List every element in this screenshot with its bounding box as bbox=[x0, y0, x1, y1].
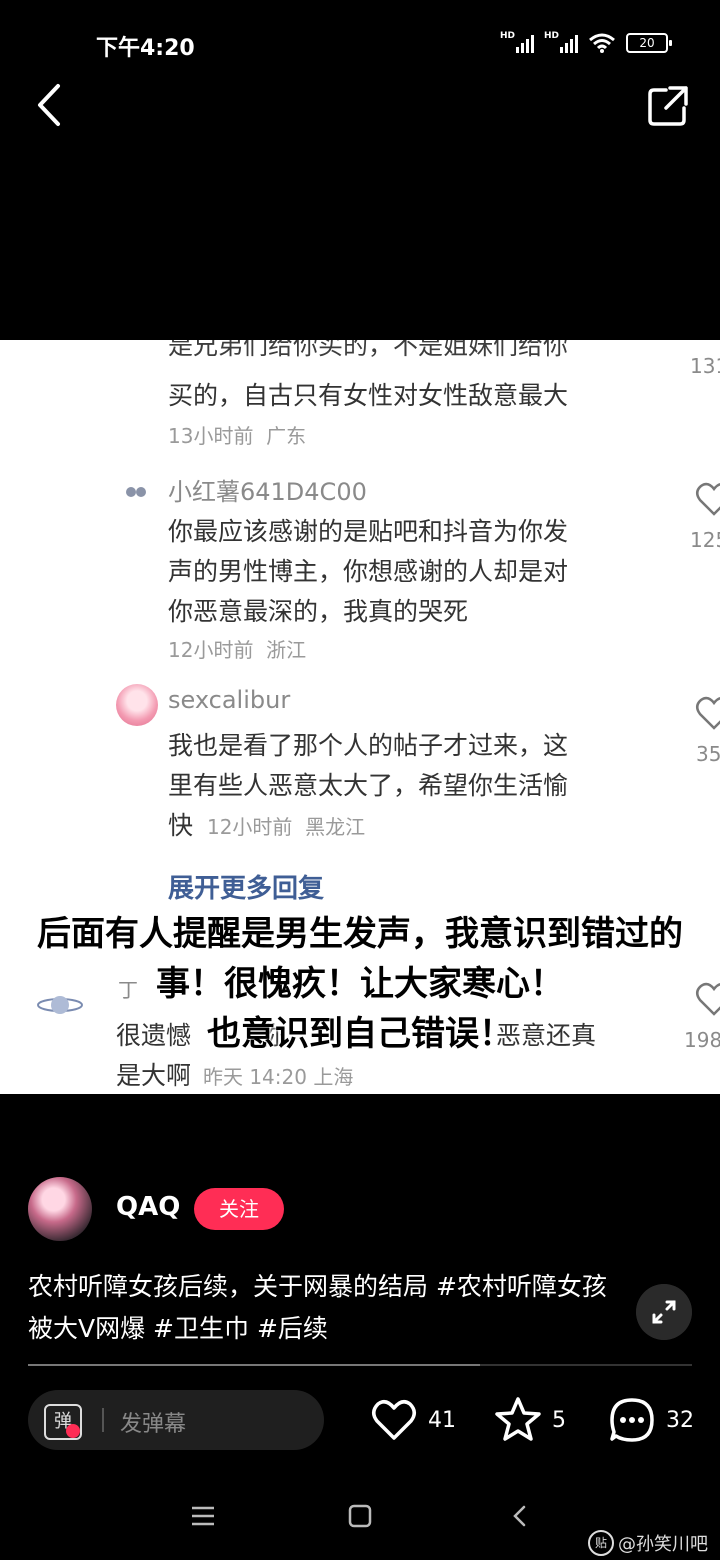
comment-meta: 13小时前 广东 bbox=[168, 424, 307, 448]
comment-author[interactable]: 小红薯641D4C00 bbox=[168, 472, 367, 507]
menu-icon[interactable] bbox=[190, 1504, 216, 1528]
post-caption: 农村听障女孩后续，关于网暴的结局 #农村听障女孩被大V网爆 #卫生巾 #后续 bbox=[28, 1272, 607, 1343]
status-icons: HD HD 20 bbox=[500, 31, 672, 54]
danmu-enabled-badge bbox=[66, 1424, 80, 1438]
overlay-caption: 后面有人提醒是男生发声，我意识到错过的 bbox=[37, 914, 683, 954]
overlay-caption: 也意识到自己错误！ bbox=[207, 1014, 513, 1054]
comment-text: 你恶意最深的，我真的哭死 bbox=[168, 597, 469, 626]
wifi-icon bbox=[589, 33, 615, 53]
comment-text: 你最应该感谢的是贴吧和抖音为你发 bbox=[168, 517, 569, 546]
battery-icon: 20 bbox=[626, 33, 672, 53]
danmu-placeholder[interactable]: 发弹幕 bbox=[120, 1406, 186, 1438]
like-icon[interactable] bbox=[370, 1396, 418, 1444]
tieba-logo-icon: 贴 bbox=[588, 1530, 614, 1556]
favorite-count: 5 bbox=[552, 1408, 566, 1433]
back-arrow-icon[interactable] bbox=[30, 80, 70, 130]
comment-text: 是大啊 昨天 14:20 上海 bbox=[116, 1061, 354, 1090]
comment-text: 里有些人恶意太大了，希望你生活愉 bbox=[168, 771, 569, 800]
avatar[interactable] bbox=[116, 684, 158, 726]
video-progress-fill bbox=[28, 1364, 480, 1366]
comment-count: 32 bbox=[666, 1408, 694, 1433]
comment-icon[interactable] bbox=[608, 1396, 656, 1444]
like-count: 131 bbox=[690, 354, 720, 378]
nav-back-icon[interactable] bbox=[510, 1504, 530, 1528]
avatar-icon bbox=[126, 487, 146, 497]
author-name[interactable]: QAQ bbox=[116, 1192, 180, 1222]
fullscreen-icon[interactable] bbox=[636, 1284, 692, 1340]
signal-icon: HD bbox=[500, 31, 534, 53]
comment-text: 声的男性博主，你想感谢的人却是对 bbox=[168, 557, 569, 586]
watermark: 贴 @孙笑川吧 bbox=[588, 1530, 708, 1556]
comment-author[interactable]: sexcalibur bbox=[168, 686, 290, 714]
comment-text: 买的，自古只有女性对女性敌意最大 bbox=[168, 381, 569, 410]
video-content[interactable]: 是兄弟们给你买的，不是姐妹们给你 买的，自古只有女性对女性敌意最大 13小时前 … bbox=[0, 340, 720, 1094]
like-count: 125 bbox=[690, 528, 720, 552]
author-avatar[interactable] bbox=[28, 1177, 92, 1241]
signal-icon: HD bbox=[544, 31, 578, 53]
comment-text: 快 12小时前 黑龙江 bbox=[168, 811, 366, 840]
status-time: 下午4:20 bbox=[96, 36, 195, 61]
expand-more-replies[interactable]: 展开更多回复 bbox=[168, 868, 324, 905]
comment-meta: 12小时前 浙江 bbox=[168, 638, 307, 662]
like-count: 41 bbox=[428, 1408, 456, 1433]
divider bbox=[102, 1408, 104, 1432]
star-icon[interactable] bbox=[494, 1396, 542, 1444]
overlay-caption: 事！很愧疚！让大家寒心！ bbox=[156, 964, 564, 1004]
share-icon[interactable] bbox=[646, 84, 690, 128]
heart-icon[interactable] bbox=[694, 480, 720, 520]
comment-text: 是兄弟们给你买的，不是姐妹们给你 bbox=[168, 340, 569, 360]
follow-button[interactable]: 关注 bbox=[194, 1188, 284, 1230]
like-count: 35 bbox=[696, 742, 720, 766]
heart-icon[interactable] bbox=[694, 694, 720, 734]
comment-text: 我也是看了那个人的帖子才过来，这 bbox=[168, 731, 569, 760]
home-icon[interactable] bbox=[348, 1504, 372, 1528]
